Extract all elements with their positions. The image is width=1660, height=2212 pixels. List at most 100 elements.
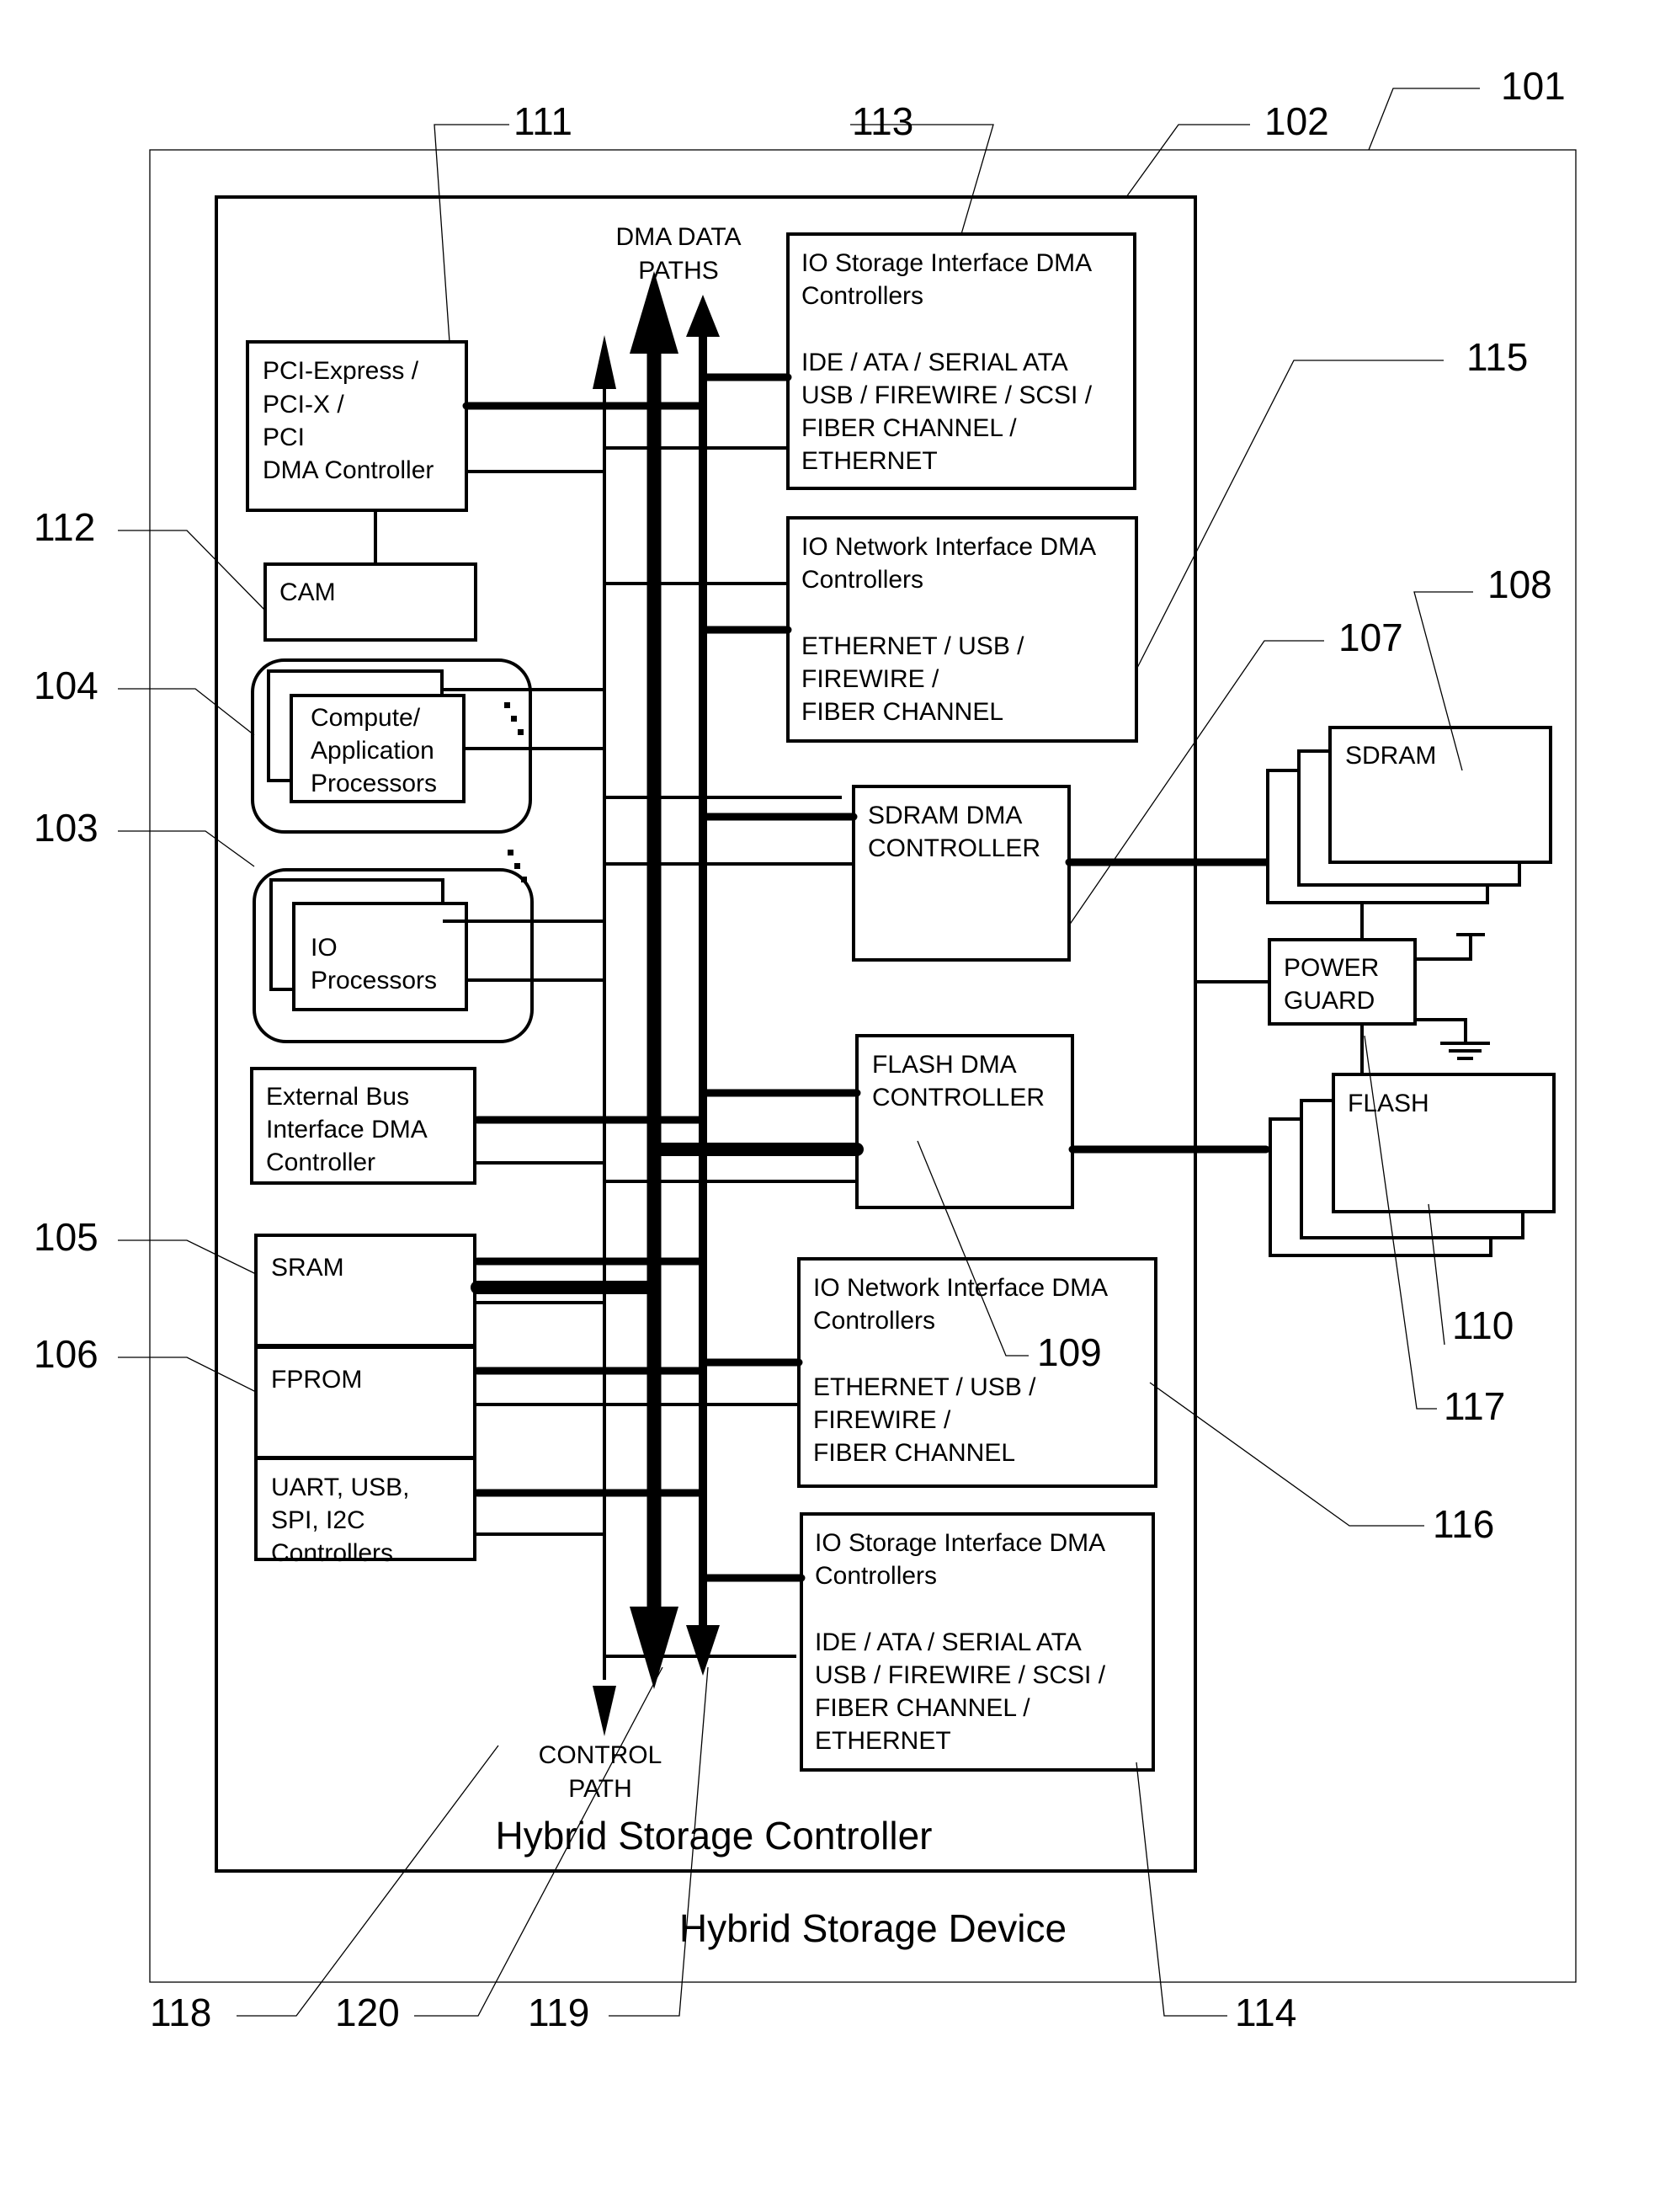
uart-line-1: UART, USB,: [271, 1474, 410, 1501]
flash-dma-line-2: CONTROLLER: [872, 1084, 1045, 1111]
leader-105: [118, 1239, 257, 1275]
io-storage-top-line-7: ETHERNET: [801, 447, 938, 475]
sram-block: SRAM: [254, 1234, 476, 1347]
io-network-bottom-line-5: FIREWIRE /: [813, 1406, 951, 1434]
ellipsis-dot: [521, 877, 527, 882]
power-guard-line-2: GUARD: [1284, 987, 1375, 1015]
pci-line-3: PCI: [263, 424, 305, 451]
dma-data-paths-label-1: DMA DATA: [616, 223, 742, 251]
leader-114: [1136, 1762, 1227, 2017]
ext-bus-line-2: Interface DMA: [266, 1116, 428, 1143]
power-supply-wire: [1415, 935, 1472, 961]
ref-115: 115: [1466, 335, 1528, 379]
external-bus-dma-block: External Bus Interface DMA Controller: [250, 1067, 476, 1185]
ellipsis-dot: [518, 729, 524, 735]
ref-117: 117: [1444, 1384, 1505, 1428]
ellipsis-dot: [508, 850, 513, 855]
sram-label: SRAM: [271, 1254, 344, 1282]
ref-109: 109: [1037, 1330, 1102, 1374]
ref-106: 106: [34, 1332, 98, 1376]
ref-113: 113: [852, 99, 913, 143]
ref-107: 107: [1338, 616, 1403, 659]
io-network-bottom-line-1: IO Network Interface DMA: [813, 1274, 1108, 1302]
leader-101: [1368, 88, 1480, 151]
io-storage-bottom-line-7: ETHERNET: [815, 1727, 951, 1755]
ext-bus-line-3: Controller: [266, 1149, 375, 1176]
io-network-bottom-line-2: Controllers: [813, 1307, 935, 1335]
io-storage-bottom-line-1: IO Storage Interface DMA: [815, 1529, 1105, 1557]
ref-114: 114: [1235, 1991, 1296, 2034]
ref-112: 112: [34, 505, 95, 549]
io-network-top-line-2: Controllers: [801, 566, 923, 594]
hybrid-storage-diagram: PCI-Express / PCI-X / PCI DMA Controller…: [34, 64, 1577, 2034]
io-storage-dma-block-top: IO Storage Interface DMA Controllers IDE…: [786, 232, 1136, 490]
io-storage-bottom-line-2: Controllers: [815, 1562, 937, 1590]
leader-116: [1149, 1382, 1424, 1527]
ref-110: 110: [1452, 1303, 1514, 1347]
control-path-label-1: CONTROL: [539, 1741, 662, 1769]
ref-116: 116: [1433, 1502, 1494, 1546]
ref-105: 105: [34, 1215, 98, 1259]
ref-118: 118: [150, 1991, 211, 2034]
uart-line-2: SPI, I2C: [271, 1506, 365, 1534]
io-network-dma-block-top: IO Network Interface DMA Controllers ETH…: [786, 516, 1138, 743]
ref-103: 103: [34, 806, 98, 850]
ref-108: 108: [1487, 562, 1552, 606]
leader-106: [118, 1357, 257, 1393]
io-network-bottom-line-6: FIBER CHANNEL: [813, 1439, 1015, 1467]
device-title: Hybrid Storage Device: [679, 1906, 1067, 1950]
io-storage-bottom-line-5: USB / FIREWIRE / SCSI /: [815, 1661, 1106, 1689]
io-network-bottom-line-4: ETHERNET / USB /: [813, 1373, 1036, 1401]
flash-dma-controller-block: FLASH DMA CONTROLLER: [855, 1034, 1074, 1209]
flash-stack: FLASH: [1269, 1073, 1556, 1257]
leader-104: [118, 688, 255, 736]
io-storage-dma-block-bottom: IO Storage Interface DMA Controllers IDE…: [800, 1512, 1155, 1772]
io-network-top-line-4: ETHERNET / USB /: [801, 632, 1024, 660]
io-storage-top-line-2: Controllers: [801, 282, 923, 310]
leader-112: [118, 530, 266, 611]
ref-101: 101: [1501, 64, 1566, 108]
ref-102: 102: [1264, 99, 1329, 143]
io-storage-top-line-4: IDE / ATA / SERIAL ATA: [801, 349, 1068, 376]
pci-line-2: PCI-X /: [263, 391, 344, 418]
pci-line-1: PCI-Express /: [263, 357, 419, 385]
ext-bus-line-1: External Bus: [266, 1083, 409, 1111]
pci-line-4: DMA Controller: [263, 456, 434, 484]
uart-usb-spi-i2c-block: UART, USB, SPI, I2C Controllers: [254, 1457, 476, 1567]
sdram-stack: SDRAM: [1266, 726, 1552, 904]
cam-block: CAM: [263, 562, 477, 642]
flash-label: FLASH: [1348, 1090, 1429, 1117]
dma-main-arrow-down: [630, 1607, 678, 1689]
io-storage-bottom-line-6: FIBER CHANNEL /: [815, 1694, 1030, 1722]
leader-102: [1125, 124, 1250, 198]
dma-secondary-arrow-down: [686, 1625, 720, 1676]
ref-104: 104: [34, 664, 98, 707]
compute-line-1: Compute/: [311, 704, 421, 732]
ref-111: 111: [513, 99, 572, 143]
power-guard-block: POWER GUARD: [1268, 938, 1417, 1026]
pci-dma-controller-block: PCI-Express / PCI-X / PCI DMA Controller: [246, 340, 468, 512]
ground-wire: [1415, 1018, 1467, 1043]
control-path-arrow-down: [593, 1686, 616, 1736]
controller-title: Hybrid Storage Controller: [495, 1814, 932, 1858]
sdram-dma-controller-block: SDRAM DMA CONTROLLER: [852, 785, 1071, 962]
control-path-arrow-up: [593, 335, 616, 389]
fprom-label: FPROM: [271, 1366, 362, 1394]
io-network-dma-block-bottom: IO Network Interface DMA Controllers ETH…: [797, 1257, 1157, 1488]
sdram-label: SDRAM: [1345, 742, 1436, 770]
io-storage-top-line-5: USB / FIREWIRE / SCSI /: [801, 381, 1093, 409]
io-storage-bottom-line-4: IDE / ATA / SERIAL ATA: [815, 1628, 1082, 1656]
io-processors-group: IO Processors: [253, 850, 534, 1043]
io-storage-top-line-1: IO Storage Interface DMA: [801, 249, 1092, 277]
ellipsis-dot: [514, 863, 520, 869]
ref-120: 120: [335, 1991, 400, 2034]
dma-data-paths-label-2: PATHS: [638, 257, 719, 285]
io-proc-line-2: Processors: [311, 967, 437, 994]
compute-line-2: Application: [311, 737, 434, 765]
sdram-dma-line-1: SDRAM DMA: [868, 802, 1022, 829]
uart-line-3: Controllers: [271, 1539, 393, 1567]
compute-processors-group: Compute/ Application Processors: [251, 658, 532, 834]
ellipsis-dot: [504, 702, 510, 708]
io-network-top-line-6: FIBER CHANNEL: [801, 698, 1003, 726]
leader-103: [118, 830, 255, 867]
